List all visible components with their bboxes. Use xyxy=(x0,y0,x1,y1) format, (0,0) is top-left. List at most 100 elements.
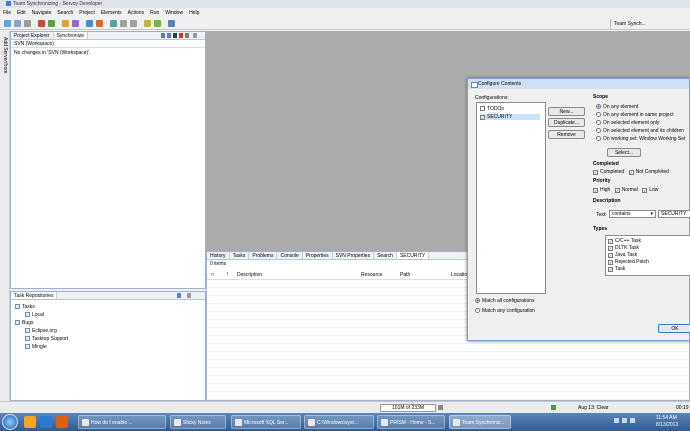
ok-button[interactable]: OK xyxy=(658,324,690,333)
pin-icon[interactable] xyxy=(185,33,189,38)
type-checkbox[interactable]: ✓ xyxy=(608,253,613,258)
description-text-input[interactable]: SECURITY xyxy=(658,210,690,218)
print-icon[interactable] xyxy=(24,20,31,27)
save-icon[interactable] xyxy=(14,20,21,27)
type-checkbox[interactable]: ✓ xyxy=(608,246,613,251)
trash-icon[interactable] xyxy=(438,405,443,410)
todos-checkbox[interactable] xyxy=(480,106,485,111)
configuration-item-todos[interactable]: TODOs xyxy=(480,106,504,112)
type-checkbox[interactable]: ✓ xyxy=(608,239,613,244)
stop-icon[interactable] xyxy=(179,33,183,38)
task-notice[interactable]: Aug 13: Clear xyxy=(578,405,609,411)
not-completed-checkbox-row[interactable]: ✓ Not Completed xyxy=(628,169,669,175)
scope-radio[interactable] xyxy=(596,120,601,125)
scope-option[interactable]: On selected element only xyxy=(596,119,685,127)
configuration-item-security[interactable]: ✓ SECURITY xyxy=(480,114,540,120)
priority-low-row[interactable]: ✓ Low xyxy=(642,187,658,193)
sync-toolbar-icon[interactable] xyxy=(161,33,165,38)
menu-item[interactable]: Elements xyxy=(101,10,122,16)
column-priority[interactable]: ! xyxy=(227,272,228,278)
package-icon[interactable] xyxy=(62,20,69,27)
bottom-tab[interactable]: Problems xyxy=(249,252,278,259)
bottom-tab[interactable]: Search xyxy=(374,252,397,259)
tree-item[interactable]: Bugs xyxy=(15,319,68,327)
menu-item[interactable]: Search xyxy=(57,10,73,16)
tab-task-repositories[interactable]: Task Repositories xyxy=(11,292,58,299)
column-resource[interactable]: Resource xyxy=(361,272,382,278)
form-icon[interactable] xyxy=(96,20,103,27)
menu-item[interactable]: Navigate xyxy=(32,10,52,16)
globe-icon[interactable] xyxy=(86,20,93,27)
select-button[interactable]: Select... xyxy=(607,148,641,157)
scope-radio[interactable] xyxy=(596,136,601,141)
security-checkbox[interactable]: ✓ xyxy=(480,115,485,120)
type-item[interactable]: ✓ C/C++ Task xyxy=(608,238,649,245)
completed-checkbox[interactable]: ✓ xyxy=(593,170,598,175)
menu-item[interactable]: Help xyxy=(189,10,199,16)
priority-low-checkbox[interactable]: ✓ xyxy=(642,188,648,193)
add-repository-icon[interactable] xyxy=(177,293,181,298)
type-item[interactable]: ✓ DLTK Task xyxy=(608,245,649,252)
taskbar-item-cmd[interactable]: C:\Windows\syst... xyxy=(304,415,374,429)
debug-icon[interactable] xyxy=(38,20,45,27)
scope-radio[interactable] xyxy=(596,112,601,117)
match-any-radio[interactable] xyxy=(475,308,480,313)
scope-radio[interactable] xyxy=(596,104,601,109)
priority-normal-checkbox[interactable]: ✓ xyxy=(614,188,620,193)
quicklaunch-folder-icon[interactable] xyxy=(24,416,36,428)
minimize-icon[interactable] xyxy=(187,293,191,298)
tree-item[interactable]: Local xyxy=(15,311,68,319)
type-item[interactable]: ✓ Java Task xyxy=(608,252,649,259)
new-icon[interactable] xyxy=(4,20,11,27)
priority-normal-row[interactable]: ✓ Normal xyxy=(614,187,638,193)
back-icon[interactable] xyxy=(120,20,127,27)
remove-button[interactable]: Remove xyxy=(548,130,585,139)
menu-item[interactable]: File xyxy=(3,10,11,16)
menu-item[interactable]: Actions xyxy=(128,10,144,16)
sync-icon[interactable] xyxy=(154,20,161,27)
bottom-tab[interactable]: Properties xyxy=(303,252,333,259)
taskbar-item-prism[interactable]: PRISM - Home - S... xyxy=(377,415,445,429)
forward-icon[interactable] xyxy=(130,20,137,27)
not-completed-checkbox[interactable]: ✓ xyxy=(628,170,634,175)
tree-item[interactable]: Tasks xyxy=(15,303,68,311)
column-path[interactable]: Path xyxy=(400,272,410,278)
quicklaunch-firefox-icon[interactable] xyxy=(56,416,68,428)
run-icon[interactable] xyxy=(48,20,55,27)
scope-radio[interactable] xyxy=(596,128,601,133)
duplicate-button[interactable]: Duplicate... xyxy=(548,118,585,127)
taskbar-item-browser[interactable]: How do I enable ... xyxy=(78,415,166,429)
scope-option[interactable]: On any element xyxy=(596,103,685,111)
search-icon[interactable] xyxy=(110,20,117,27)
quicklaunch-explorer-icon[interactable] xyxy=(40,416,52,428)
link-icon[interactable] xyxy=(168,20,175,27)
priority-high-checkbox[interactable]: ✓ xyxy=(593,188,598,193)
clock-time[interactable]: 11:54 AM xyxy=(656,415,677,421)
servoy-icon[interactable] xyxy=(72,20,79,27)
display-mode-icon[interactable] xyxy=(173,33,177,38)
scope-option[interactable]: On working set: Window Working Set xyxy=(596,135,685,143)
menu-item[interactable]: Project xyxy=(79,10,95,16)
taskbar-item-team-sync[interactable]: Team Synchroniz... xyxy=(449,415,511,429)
task-icon[interactable] xyxy=(144,20,151,27)
type-checkbox[interactable]: ✓ xyxy=(608,260,613,265)
bottom-tab[interactable]: SECURITY xyxy=(396,252,430,259)
start-button[interactable] xyxy=(2,414,18,430)
operator-select[interactable]: contains ▾ xyxy=(609,210,656,218)
clock-date[interactable]: 8/13/2013 xyxy=(656,422,678,428)
type-checkbox[interactable]: ✓ xyxy=(608,267,613,272)
completed-checkbox-row[interactable]: ✓ Completed xyxy=(593,169,624,175)
bottom-tab[interactable]: SVN Properties xyxy=(333,252,375,259)
tab-synchronize[interactable]: Synchronize xyxy=(53,32,89,39)
bottom-tab[interactable]: Tasks xyxy=(230,252,250,259)
menu-item[interactable]: Edit xyxy=(17,10,26,16)
tray-volume-icon[interactable] xyxy=(630,418,635,423)
bottom-tab[interactable]: Console xyxy=(277,252,303,259)
match-all-radio-row[interactable]: Match all configurations xyxy=(475,298,535,304)
type-item[interactable]: ✓ Task xyxy=(608,266,649,273)
tab-project-explorer[interactable]: Project Explorer xyxy=(11,32,54,39)
scope-option[interactable]: On selected element and its children xyxy=(596,127,685,135)
match-any-radio-row[interactable]: Match any configuration xyxy=(475,308,535,314)
new-button[interactable]: New... xyxy=(548,107,585,116)
tree-item[interactable]: Mingle xyxy=(15,343,68,351)
